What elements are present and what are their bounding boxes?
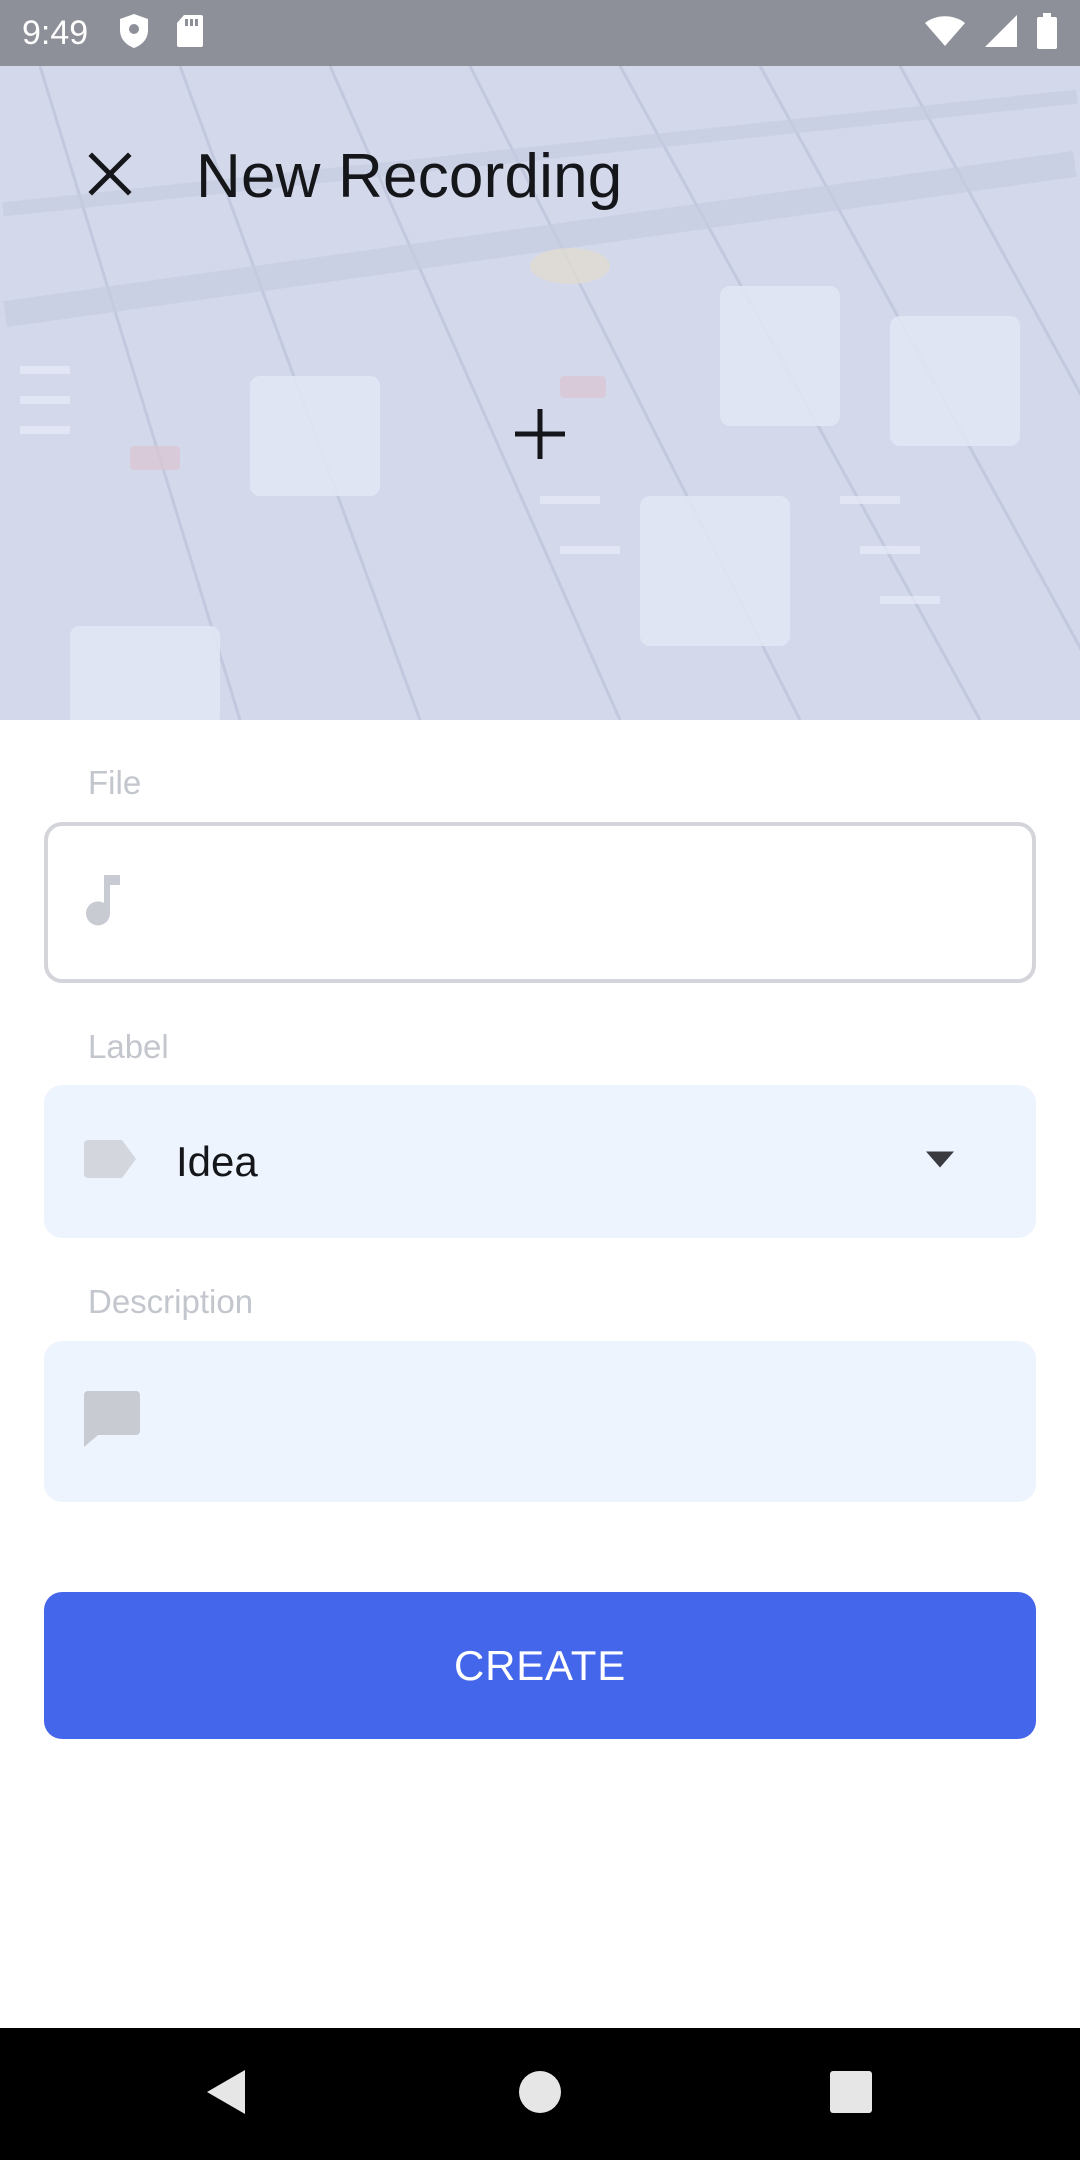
music-note-icon [84,873,124,932]
navigation-bar [0,2028,1080,2160]
sd-card-icon [176,14,204,53]
wifi-icon [924,15,966,52]
chevron-down-icon [926,1151,954,1172]
add-cover-button[interactable] [508,404,572,468]
plus-icon [514,408,566,465]
shield-icon [118,13,150,54]
label-selected-value: Idea [176,1137,258,1185]
status-right-icons [924,12,1058,54]
battery-icon [1036,12,1058,54]
create-button[interactable]: CREATE [44,1592,1036,1739]
status-left-icons [118,13,204,54]
home-icon [518,2070,562,2119]
page-title: New Recording [196,141,623,211]
description-field-label: Description [88,1283,254,1320]
status-time: 9:49 [22,13,89,52]
close-icon [88,151,132,201]
file-field-label: File [88,764,142,801]
close-button[interactable] [80,146,140,206]
comment-icon [84,1391,140,1452]
signal-icon [984,14,1018,53]
description-field[interactable] [44,1341,1036,1502]
nav-back-button[interactable] [166,2028,286,2160]
back-icon [205,2069,247,2120]
status-bar: 9:49 [0,0,1080,66]
file-field[interactable] [44,822,1036,983]
nav-home-button[interactable] [480,2028,600,2160]
screen: 9:49 New Recording File Label Idea Descr… [0,0,1080,2160]
label-dropdown[interactable]: Idea [44,1085,1036,1238]
nav-recents-button[interactable] [791,2028,911,2160]
toolbar: New Recording [0,66,1080,286]
recents-icon [830,2070,872,2118]
label-field-label: Label [88,1028,169,1065]
label-tag-icon [84,1140,136,1183]
